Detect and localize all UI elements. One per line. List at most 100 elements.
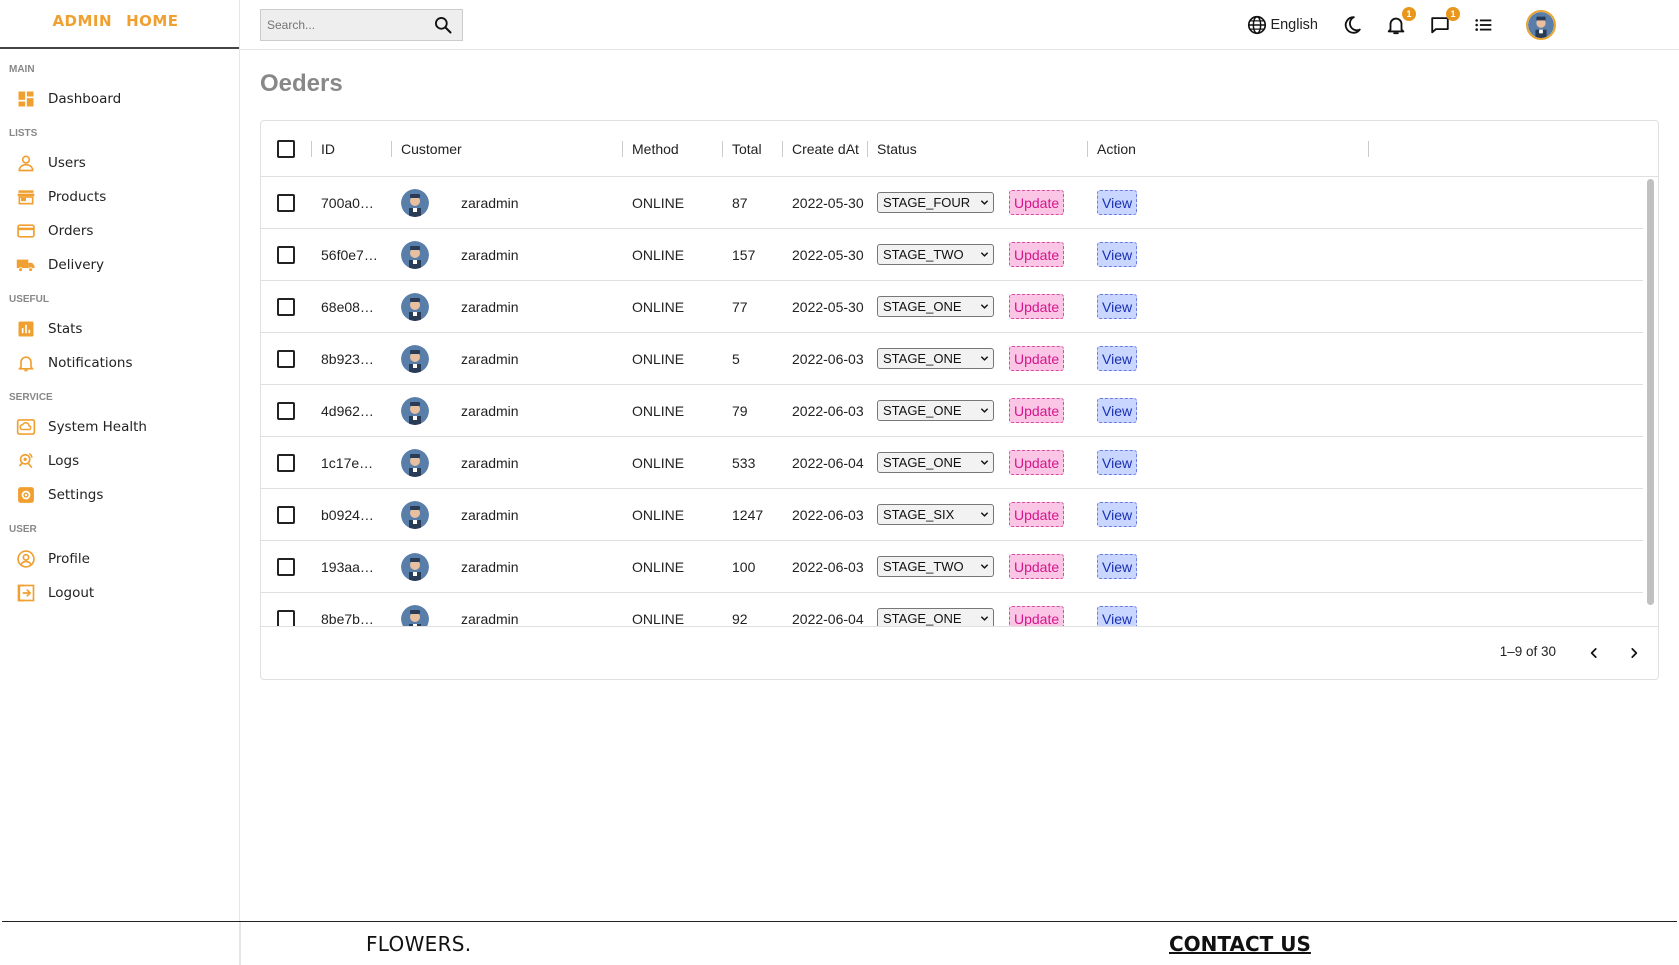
sidebar-section-title: SERVICE bbox=[9, 392, 53, 403]
topbar-actions: English 1 1 bbox=[1246, 0, 1679, 50]
status-select[interactable]: STAGE_FOUR bbox=[877, 192, 994, 213]
user-avatar[interactable] bbox=[1526, 10, 1556, 40]
truck-icon bbox=[16, 255, 36, 275]
sidebar-item-dashboard[interactable]: Dashboard bbox=[0, 82, 239, 116]
column-header-total[interactable]: Total bbox=[732, 121, 762, 176]
status-select[interactable]: STAGE_TWO bbox=[877, 556, 994, 577]
row-checkbox[interactable] bbox=[277, 349, 295, 368]
order-total: 77 bbox=[732, 298, 748, 315]
view-button[interactable]: View bbox=[1097, 242, 1138, 267]
row-checkbox[interactable] bbox=[277, 297, 295, 316]
update-button[interactable]: Update bbox=[1009, 554, 1065, 579]
update-button[interactable]: Update bbox=[1009, 450, 1065, 475]
status-select[interactable]: STAGE_ONE bbox=[877, 296, 994, 317]
update-button[interactable]: Update bbox=[1009, 242, 1065, 267]
row-checkbox[interactable] bbox=[277, 453, 295, 472]
sidebar-item-profile[interactable]: Profile bbox=[0, 542, 239, 576]
select-all-checkbox[interactable] bbox=[277, 139, 295, 158]
update-button[interactable]: Update bbox=[1009, 190, 1065, 215]
sidebar-item-users[interactable]: Users bbox=[0, 146, 239, 180]
view-button[interactable]: View bbox=[1097, 294, 1138, 319]
dark-mode-icon[interactable] bbox=[1340, 13, 1364, 37]
table-row[interactable]: 1c17e… zaradmin ONLINE 533 2022-06-04 ST… bbox=[261, 437, 1643, 489]
status-select[interactable]: STAGE_ONE bbox=[877, 400, 994, 421]
user-icon bbox=[16, 153, 36, 173]
language-selector[interactable]: English bbox=[1246, 14, 1318, 36]
row-checkbox[interactable] bbox=[277, 245, 295, 264]
view-button[interactable]: View bbox=[1097, 346, 1138, 371]
contact-us-link[interactable]: CONTACT US bbox=[1169, 932, 1311, 956]
view-button[interactable]: View bbox=[1097, 398, 1138, 423]
view-button[interactable]: View bbox=[1097, 502, 1138, 527]
search-icon[interactable] bbox=[431, 13, 455, 37]
table-body[interactable]: 700a0… zaradmin ONLINE 87 2022-05-30 STA… bbox=[261, 177, 1643, 627]
table-row[interactable]: 8be7b… zaradmin ONLINE 92 2022-06-04 STA… bbox=[261, 593, 1643, 627]
column-header-id[interactable]: ID bbox=[321, 121, 335, 176]
status-value: STAGE_ONE bbox=[883, 455, 962, 470]
messages-icon[interactable]: 1 bbox=[1428, 7, 1460, 37]
order-id: b0924… bbox=[321, 506, 374, 523]
customer-name: zaradmin bbox=[461, 194, 519, 211]
payment-method: ONLINE bbox=[632, 506, 685, 523]
table-scrollbar[interactable] bbox=[1647, 179, 1655, 605]
row-checkbox[interactable] bbox=[277, 557, 295, 576]
table-row[interactable]: 193aa… zaradmin ONLINE 100 2022-06-03 ST… bbox=[261, 541, 1643, 593]
payment-method: ONLINE bbox=[632, 194, 685, 211]
update-button[interactable]: Update bbox=[1009, 346, 1065, 371]
sidebar-item-logout[interactable]: Logout bbox=[0, 576, 239, 610]
status-select[interactable]: STAGE_ONE bbox=[877, 348, 994, 369]
column-header-action[interactable]: Action bbox=[1097, 121, 1136, 176]
sidebar-item-logs[interactable]: Logs bbox=[0, 444, 239, 478]
update-button[interactable]: Update bbox=[1009, 606, 1065, 627]
table-row[interactable]: 4d962… zaradmin ONLINE 79 2022-06-03 STA… bbox=[261, 385, 1643, 437]
order-id: 4d962… bbox=[321, 402, 374, 419]
view-button[interactable]: View bbox=[1097, 554, 1138, 579]
created-date: 2022-05-30 bbox=[792, 246, 864, 263]
table-row[interactable]: b0924… zaradmin ONLINE 1247 2022-06-03 S… bbox=[261, 489, 1643, 541]
status-select[interactable]: STAGE_ONE bbox=[877, 452, 994, 473]
sidebar-item-orders[interactable]: Orders bbox=[0, 214, 239, 248]
row-checkbox[interactable] bbox=[277, 609, 295, 627]
brand-logo[interactable]: ADMIN HOME bbox=[0, 0, 239, 49]
sidebar-item-settings[interactable]: Settings bbox=[0, 478, 239, 512]
sidebar-item-delivery[interactable]: Delivery bbox=[0, 248, 239, 282]
status-select[interactable]: STAGE_ONE bbox=[877, 608, 994, 627]
notifications-bell-icon[interactable]: 1 bbox=[1384, 7, 1416, 37]
update-button[interactable]: Update bbox=[1009, 398, 1065, 423]
sidebar-item-notifications[interactable]: Notifications bbox=[0, 346, 239, 380]
scrollbar-thumb[interactable] bbox=[1647, 179, 1654, 605]
sidebar-item-stats[interactable]: Stats bbox=[0, 312, 239, 346]
previous-page-icon[interactable] bbox=[1582, 641, 1606, 665]
search-input[interactable] bbox=[261, 18, 431, 32]
view-button[interactable]: View bbox=[1097, 450, 1138, 475]
table-row[interactable]: 700a0… zaradmin ONLINE 87 2022-05-30 STA… bbox=[261, 177, 1643, 229]
order-total: 5 bbox=[732, 350, 740, 367]
sidebar-item-system-health[interactable]: System Health bbox=[0, 410, 239, 444]
row-checkbox[interactable] bbox=[277, 401, 295, 420]
status-select[interactable]: STAGE_TWO bbox=[877, 244, 994, 265]
row-checkbox[interactable] bbox=[277, 193, 295, 212]
column-header-customer[interactable]: Customer bbox=[401, 121, 462, 176]
update-button[interactable]: Update bbox=[1009, 502, 1065, 527]
row-checkbox[interactable] bbox=[277, 505, 295, 524]
column-header-status[interactable]: Status bbox=[877, 121, 917, 176]
sidebar-item-products[interactable]: Products bbox=[0, 180, 239, 214]
view-button[interactable]: View bbox=[1097, 190, 1138, 215]
list-icon[interactable] bbox=[1472, 13, 1496, 37]
next-page-icon[interactable] bbox=[1622, 641, 1646, 665]
column-header-method[interactable]: Method bbox=[632, 121, 679, 176]
sidebar-item-label: Users bbox=[48, 155, 86, 171]
order-total: 157 bbox=[732, 246, 756, 263]
chevron-down-icon bbox=[980, 512, 989, 517]
sidebar-nav: MAIN Dashboard LISTS Users Products Orders Del… bbox=[0, 49, 239, 610]
table-row[interactable]: 56f0e7… zaradmin ONLINE 157 2022-05-30 S… bbox=[261, 229, 1643, 281]
app-root: ADMIN HOME MAIN Dashboard LISTS Users Produc… bbox=[0, 0, 1679, 965]
view-button[interactable]: View bbox=[1097, 606, 1138, 627]
column-header-create-date[interactable]: Create dAt bbox=[792, 121, 859, 176]
table-row[interactable]: 68e08… zaradmin ONLINE 77 2022-05-30 STA… bbox=[261, 281, 1643, 333]
table-row[interactable]: 8b923… zaradmin ONLINE 5 2022-06-03 STAG… bbox=[261, 333, 1643, 385]
created-date: 2022-06-03 bbox=[792, 402, 864, 419]
payment-method: ONLINE bbox=[632, 350, 685, 367]
status-select[interactable]: STAGE_SIX bbox=[877, 504, 994, 525]
update-button[interactable]: Update bbox=[1009, 294, 1065, 319]
